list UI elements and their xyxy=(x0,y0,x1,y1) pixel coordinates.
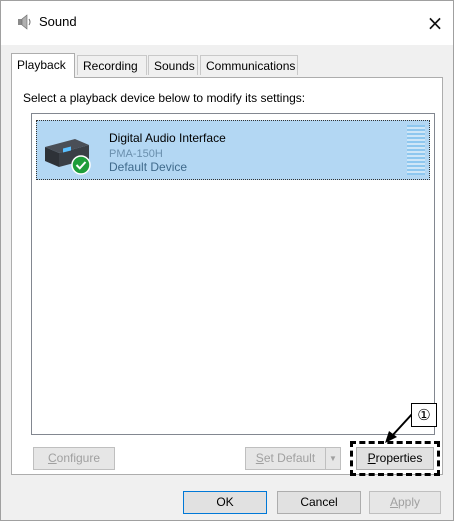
device-status: Default Device xyxy=(109,160,188,174)
list-item[interactable]: Digital Audio Interface PMA-150H Default… xyxy=(36,120,430,180)
close-button[interactable]: × xyxy=(421,9,449,37)
apply-button[interactable]: Apply xyxy=(369,491,441,514)
speaker-icon xyxy=(18,14,31,30)
window-title: Sound xyxy=(39,14,77,29)
title-bar: Sound × xyxy=(1,1,453,45)
sound-dialog: Sound × Playback Recording Sounds Commun… xyxy=(0,0,454,521)
configure-button[interactable]: Configure xyxy=(33,447,115,470)
tab-playback[interactable]: Playback xyxy=(11,53,75,78)
properties-highlight xyxy=(350,441,440,476)
check-icon xyxy=(71,155,91,175)
set-default-dropdown-arrow[interactable]: ▼ xyxy=(325,447,341,470)
device-model: PMA-150H xyxy=(109,148,163,160)
instruction-text: Select a playback device below to modify… xyxy=(23,91,306,105)
volume-level-meter xyxy=(407,125,425,175)
tab-recording[interactable]: Recording xyxy=(77,55,147,75)
device-list[interactable]: Digital Audio Interface PMA-150H Default… xyxy=(31,113,435,435)
audio-device-icon xyxy=(45,139,91,175)
device-name: Digital Audio Interface xyxy=(109,131,226,145)
set-default-button[interactable]: Set Default xyxy=(245,447,325,470)
callout-label: ① xyxy=(411,403,437,427)
tab-communications[interactable]: Communications xyxy=(200,55,298,75)
cancel-button[interactable]: Cancel xyxy=(277,491,361,514)
tab-sounds[interactable]: Sounds xyxy=(148,55,198,75)
ok-button[interactable]: OK xyxy=(183,491,267,514)
